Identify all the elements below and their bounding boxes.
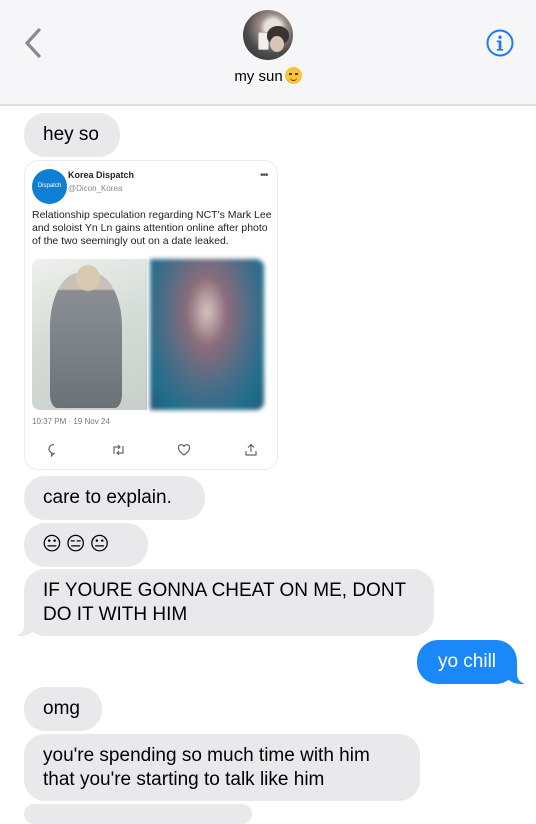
message-bubble-incoming[interactable]: IF YOURE GONNA CHEAT ON ME, DONT DO IT W… <box>14 569 434 636</box>
share-icon <box>245 443 257 456</box>
message-bubble-incoming[interactable]: care to explain. <box>24 476 205 520</box>
tweet-photo-right-blurred <box>150 259 264 410</box>
tweet-image-attachment[interactable]: Dispatch Korea Dispatch @Dicon_Korea •••… <box>24 160 278 470</box>
message-text: care to explain. <box>43 487 172 508</box>
contact-avatar[interactable] <box>243 10 293 60</box>
more-options-icon: ••• <box>260 170 268 181</box>
relieved-face-emoji-icon <box>284 67 302 84</box>
like-heart-icon <box>177 443 191 456</box>
message-text: omg <box>43 698 80 719</box>
message-text: IF YOURE GONNA CHEAT ON ME, DONT DO IT W… <box>43 580 406 625</box>
reply-icon <box>48 443 56 457</box>
message-bubble-incoming-partial[interactable] <box>24 804 252 824</box>
tweet-author-handle: @Dicon_Korea <box>68 184 123 193</box>
tweet-author-name: Korea Dispatch <box>68 170 135 180</box>
emoji-message-text: 😐😑😐 <box>42 534 114 555</box>
message-bubble-incoming[interactable]: you're spending so much time with him th… <box>24 734 420 801</box>
back-chevron-icon[interactable] <box>20 26 50 60</box>
tweet-author-avatar: Dispatch <box>32 169 67 204</box>
message-text: you're spending so much time with him th… <box>43 745 370 790</box>
message-text: yo chill <box>437 651 497 672</box>
tweet-timestamp: 10:37 PM · 19 Nov 24 <box>32 417 110 426</box>
contact-name[interactable]: my sun <box>0 67 536 85</box>
tweet-text: Relationship speculation regarding NCT's… <box>32 209 272 247</box>
message-bubble-incoming[interactable]: 😐😑😐 <box>24 523 148 567</box>
message-bubble-outgoing[interactable]: yo chill <box>417 640 527 684</box>
retweet-icon <box>113 444 124 456</box>
message-bubble-incoming[interactable]: omg <box>24 687 102 731</box>
message-bubble-incoming[interactable]: hey so <box>24 113 120 157</box>
contact-name-label: my sun <box>234 68 283 85</box>
info-icon[interactable] <box>486 29 514 57</box>
avatar-photo-face <box>270 36 284 52</box>
tweet-photo-left <box>32 259 147 410</box>
conversation-header: my sun <box>0 0 536 106</box>
tweet-action-bar <box>25 441 277 461</box>
message-text: hey so <box>43 124 99 145</box>
